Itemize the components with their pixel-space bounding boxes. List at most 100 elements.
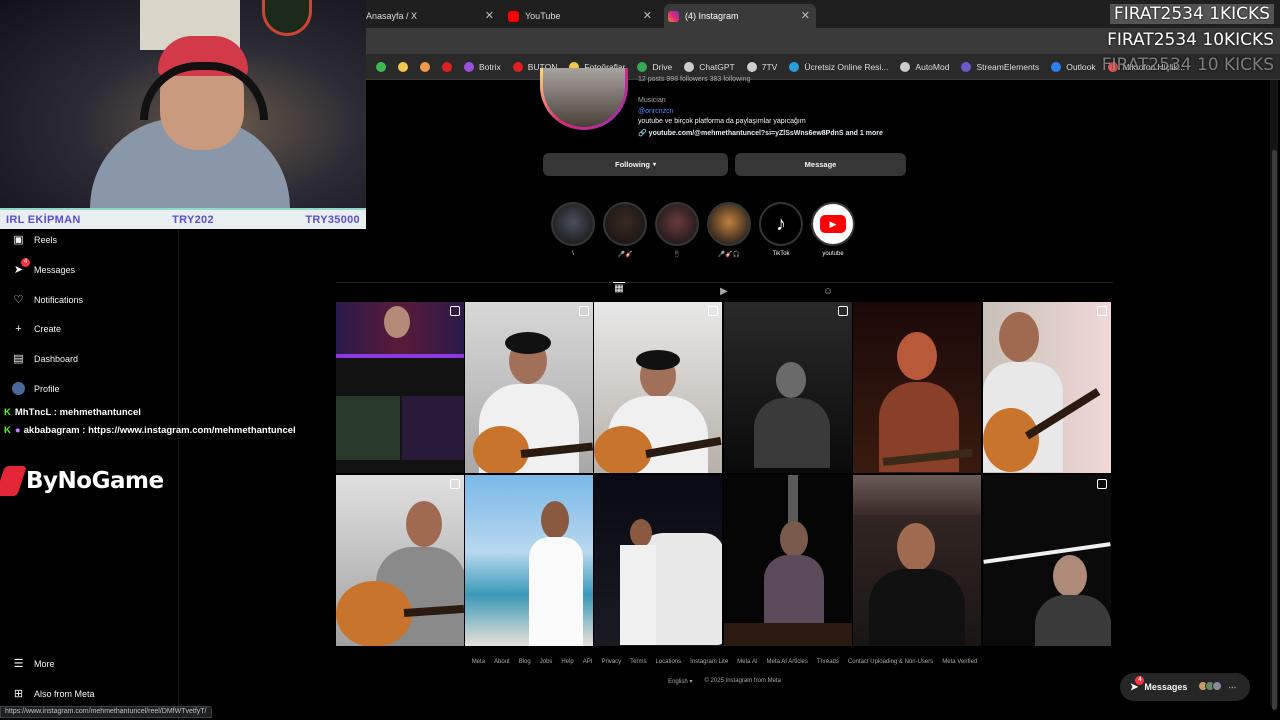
footer-link[interactable]: API xyxy=(583,659,593,665)
bookmark-item[interactable]: Ücretsiz Online Resi... xyxy=(789,61,888,72)
highlight-label: 🎤🎸 xyxy=(617,252,633,258)
highlight-cover xyxy=(707,202,751,246)
highlight-item[interactable]: ▶ youtube xyxy=(811,202,855,259)
highlight-item[interactable]: 📱 xyxy=(655,202,699,259)
sidebar-item-profile[interactable]: Profile xyxy=(12,382,60,395)
close-icon[interactable]: ✕ xyxy=(643,9,652,22)
post-tile[interactable] xyxy=(853,302,981,473)
post-tile[interactable] xyxy=(983,475,1111,646)
message-button[interactable]: Message xyxy=(735,153,906,176)
footer-link[interactable]: Blog xyxy=(519,659,531,665)
carousel-icon xyxy=(1097,479,1107,489)
sidebar-item-label: More xyxy=(34,658,55,669)
footer-link[interactable]: Threads xyxy=(817,659,839,665)
bookmark-item[interactable] xyxy=(442,61,452,72)
profile-avatar[interactable] xyxy=(540,68,628,130)
bookmark-item[interactable]: Drive xyxy=(637,61,672,72)
messages-floating-button[interactable]: ➤ 4 Messages ⋯ xyxy=(1120,673,1250,701)
close-icon[interactable]: ✕ xyxy=(801,9,810,22)
following-button[interactable]: Following ▾ xyxy=(543,153,728,176)
tab-instagram[interactable]: (4) Instagram ✕ xyxy=(664,4,816,28)
tagged-tab-icon[interactable]: ☺ xyxy=(822,286,834,297)
footer-link[interactable]: Jobs xyxy=(540,659,553,665)
tab-youtube[interactable]: YouTube ✕ xyxy=(508,4,658,28)
bookmark-icon-green xyxy=(376,61,386,72)
footer-link[interactable]: Locations xyxy=(655,659,681,665)
footer-link[interactable]: Instagram Lite xyxy=(690,659,728,665)
sub-badge-icon: ● xyxy=(14,425,21,436)
sidebar-item-messages[interactable]: ➤ 4 Messages xyxy=(12,258,75,276)
post-tile[interactable] xyxy=(594,302,722,473)
footer-link[interactable]: Meta AI xyxy=(737,659,757,665)
highlight-item[interactable]: 🎤🎸 xyxy=(603,202,647,259)
footer-link[interactable]: About xyxy=(494,659,510,665)
highlight-item[interactable]: ♪ TikTok xyxy=(759,202,803,259)
post-person xyxy=(406,501,442,547)
post-tile[interactable] xyxy=(983,302,1111,473)
profile-external-link[interactable]: 🔗 youtube.com/@mehmethantuncel?si=yZlSsW… xyxy=(638,129,883,137)
footer-link[interactable]: Help xyxy=(561,659,573,665)
bookmark-item[interactable] xyxy=(420,61,430,72)
footer-link[interactable]: Meta Verified xyxy=(942,659,977,665)
post-tile[interactable] xyxy=(724,475,852,646)
bookmark-item[interactable]: ChatGPT xyxy=(684,61,735,72)
footer-link[interactable]: Privacy xyxy=(601,659,621,665)
sidebar-item-create[interactable]: + Create xyxy=(12,322,61,335)
sidebar-item-reels[interactable]: ▣ Reels xyxy=(12,233,57,246)
language-select[interactable]: English ▾ xyxy=(668,678,692,685)
chat-user: akbabagram xyxy=(23,425,80,436)
highlight-item[interactable]: 🎤🎸🎧 xyxy=(707,202,751,259)
post-tile[interactable] xyxy=(853,475,981,646)
post-tile[interactable] xyxy=(594,475,722,646)
sidebar-item-label: Reels xyxy=(34,234,58,245)
message-button-label: Message xyxy=(804,160,837,169)
tiktok-icon: ♪ xyxy=(776,212,786,235)
bookmark-item[interactable]: Outlook xyxy=(1051,61,1096,72)
scrollbar-thumb[interactable] xyxy=(1272,150,1277,710)
post-tile[interactable] xyxy=(336,475,464,646)
avatar xyxy=(1212,681,1223,691)
tab-x[interactable]: Anasayfa / X ✕ xyxy=(366,4,500,28)
chat-text: https://www.instagram.com/mehmethantunce… xyxy=(88,425,296,436)
sidebar-item-also-from-meta[interactable]: ⊞ Also from Meta xyxy=(12,687,95,700)
highlight-label: youtube xyxy=(822,251,844,257)
post-person xyxy=(999,312,1039,362)
threads-handle-link[interactable]: @onrcnzcn xyxy=(638,108,674,115)
automod-icon xyxy=(900,61,911,72)
post-body xyxy=(764,555,824,625)
footer-link[interactable]: Meta AI Articles xyxy=(767,659,808,665)
sidebar-item-more[interactable]: ☰ More xyxy=(12,657,55,670)
post-person xyxy=(384,306,410,338)
dashboard-icon: ▤ xyxy=(13,353,24,365)
posts-grid-icon[interactable]: ▦ xyxy=(613,282,625,294)
profile-avatar-icon xyxy=(12,382,25,395)
post-tile[interactable] xyxy=(336,302,464,473)
streamelements-icon xyxy=(961,61,972,72)
kicks-alert-3: FIRAT2534 10 KICKS xyxy=(1101,55,1274,75)
tab-instagram-label: (4) Instagram xyxy=(685,11,739,21)
sidebar-item-dashboard[interactable]: ▤ Dashboard xyxy=(12,352,78,365)
highlight-item[interactable]: \ xyxy=(551,202,595,259)
bookmark-item[interactable] xyxy=(376,61,386,72)
bookmark-item[interactable]: 7TV xyxy=(746,61,777,72)
chevron-down-icon: ▾ xyxy=(689,679,693,685)
post-tile[interactable] xyxy=(465,302,593,473)
bookmark-item[interactable]: StreamElements xyxy=(961,61,1039,72)
sidebar-item-notifications[interactable]: ♡ Notifications xyxy=(12,293,83,306)
sidebar-item-label: Dashboard xyxy=(34,353,79,364)
footer-link[interactable]: Contact Uploading & Non-Users xyxy=(848,659,933,665)
close-icon[interactable]: ✕ xyxy=(485,9,494,22)
reels-tab-icon[interactable]: ▶ xyxy=(718,286,730,297)
bookmark-item[interactable]: AutoMod xyxy=(900,61,949,72)
chat-text: mehmethantuncel xyxy=(59,407,141,418)
bookmark-item[interactable] xyxy=(398,61,408,72)
post-tile[interactable] xyxy=(724,302,852,473)
reel-icon xyxy=(708,306,718,316)
post-tile[interactable] xyxy=(465,475,593,646)
footer-link[interactable]: Terms xyxy=(630,659,646,665)
footer-link[interactable]: Meta xyxy=(472,659,485,665)
bookmark-item[interactable]: Botrix xyxy=(464,61,501,72)
kicks-alert-1: FIRAT2534 1KICKS xyxy=(1109,4,1274,24)
avatar-stack xyxy=(1198,681,1223,693)
more-icon: ⋯ xyxy=(1228,682,1237,692)
